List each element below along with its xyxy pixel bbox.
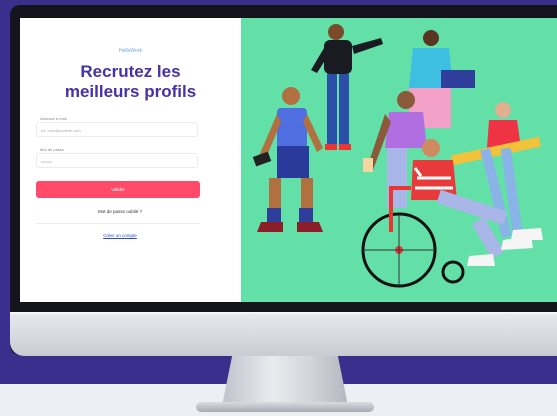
login-button[interactable]: Valider [36, 181, 200, 198]
password-label: Mot de passe [40, 147, 65, 152]
login-panel: HelloWork Recrutez les meilleurs profils… [20, 18, 241, 302]
monitor-screen: HelloWork Recrutez les meilleurs profils… [20, 18, 557, 302]
divider [36, 223, 200, 224]
monitor-stand-base [196, 402, 374, 412]
page-title: Recrutez les meilleurs profils [20, 62, 241, 102]
create-account-link[interactable]: Créer un compte [20, 233, 220, 238]
password-field[interactable]: •••••••• [36, 153, 198, 168]
forgot-password-link[interactable]: Mot de passe oublié ? [20, 209, 220, 214]
email-field[interactable]: ex: nom@société.com [36, 122, 198, 137]
people-illustration-art [252, 24, 543, 288]
person-plaid-shirt [252, 87, 323, 232]
monitor-chin-highlight [10, 312, 557, 314]
headline-line-1: Recrutez les [80, 62, 181, 81]
email-label: Adresse e-mail [40, 116, 67, 121]
monitor-stand-neck [222, 356, 348, 406]
headline-line-2: meilleurs profils [64, 82, 197, 101]
person-dark-shirt [311, 24, 383, 150]
brand-logo: HelloWork [119, 48, 142, 54]
people-illustration [241, 18, 557, 302]
monitor-chin [10, 312, 557, 356]
